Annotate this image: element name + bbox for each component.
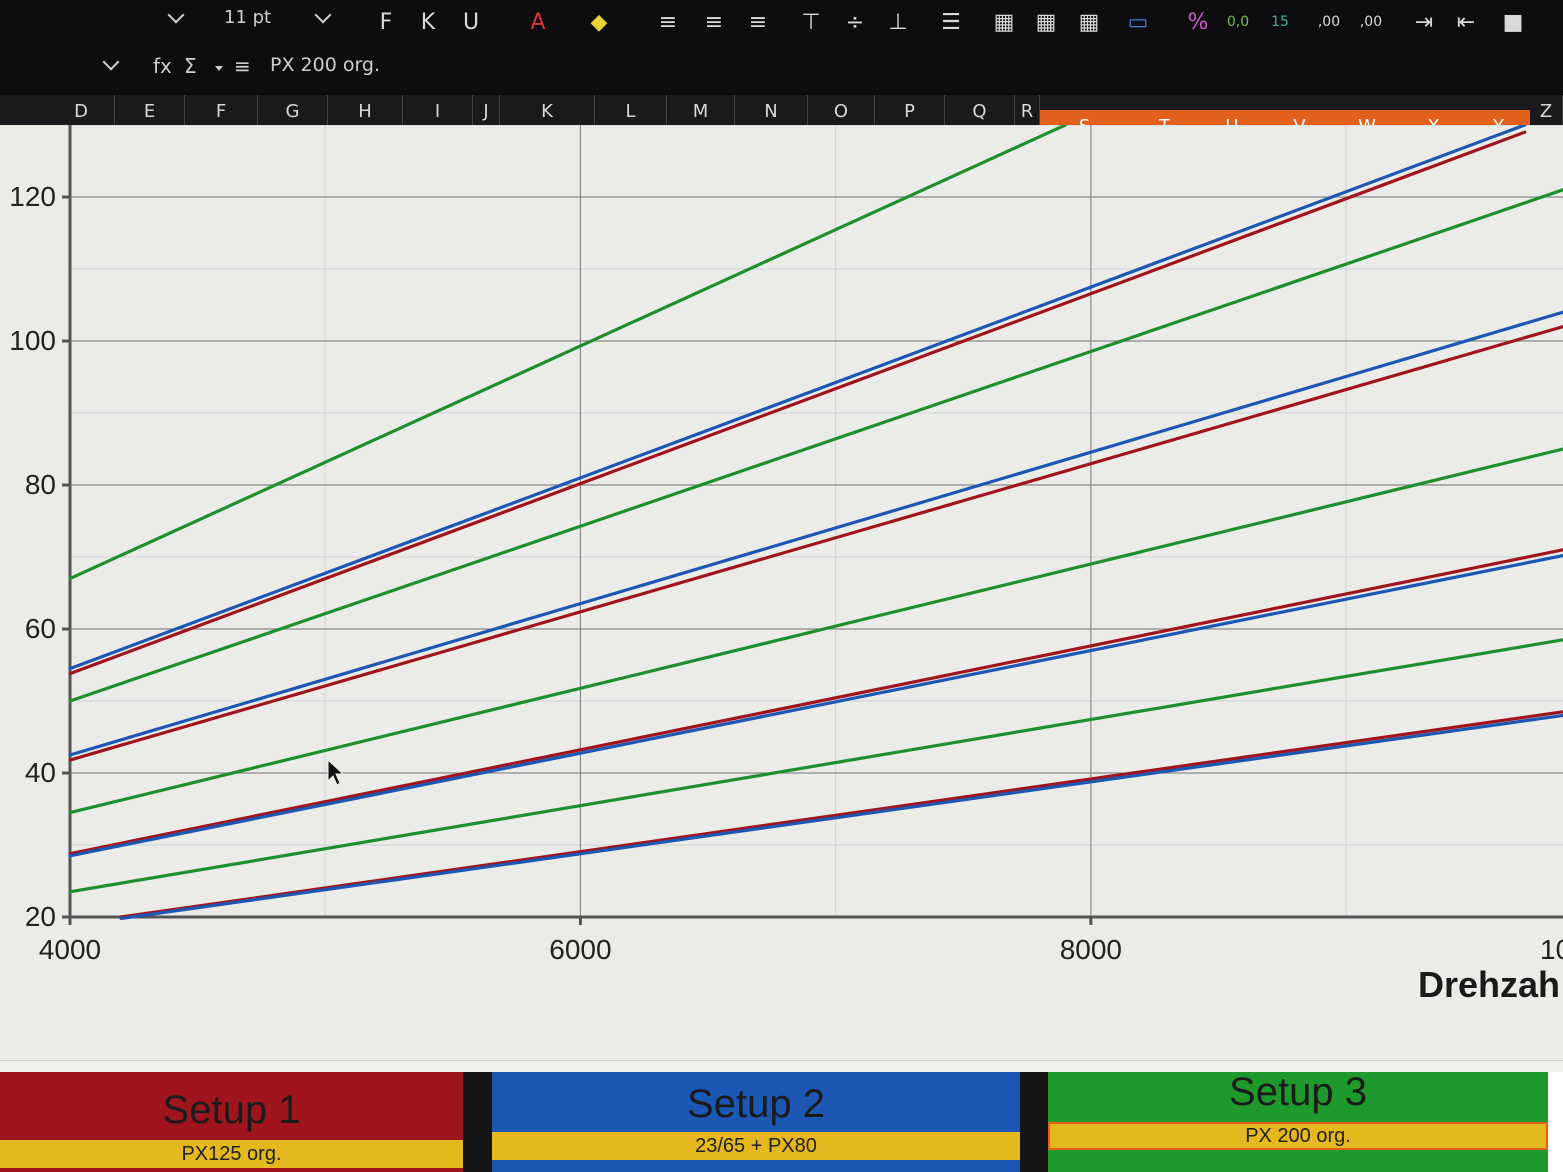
- bold-button[interactable]: F: [370, 6, 402, 38]
- number-format-button[interactable]: 0,0: [1222, 6, 1254, 38]
- align-top-button[interactable]: ⊤: [795, 6, 827, 38]
- setup-1-title: Setup 1: [162, 1087, 301, 1132]
- chart-canvas: 20 40 60 80 100 120 4000 6000 8000 10 Drehzah: [9, 125, 1563, 1005]
- column-header-p[interactable]: P: [875, 95, 945, 127]
- setup-2-block[interactable]: Setup 2 23/65 + PX80: [492, 1072, 1020, 1172]
- tick-labels: 20 40 60 80 100 120 4000 6000 8000 10: [9, 181, 1563, 965]
- italic-button[interactable]: K: [412, 6, 444, 38]
- line-chart[interactable]: 20 40 60 80 100 120 4000 6000 8000 10 Drehzah: [0, 125, 1563, 1060]
- column-header-r[interactable]: R: [1015, 95, 1040, 127]
- highlight-button[interactable]: ◆: [583, 6, 615, 38]
- increase-indent-button[interactable]: ⇥: [1408, 6, 1440, 38]
- background-color-button[interactable]: ■: [1497, 6, 1529, 38]
- unmerge-cells-button[interactable]: ▦: [1030, 6, 1062, 38]
- column-header-d[interactable]: D: [48, 95, 115, 127]
- column-header-o[interactable]: O: [808, 95, 875, 127]
- series-line-setup1: [68, 130, 1527, 676]
- series-line-setup3: [68, 447, 1563, 815]
- font-size-dropdown-chevron-icon[interactable]: [314, 6, 332, 24]
- toolbar-row-2: fx Σ ≡ PX 200 org.: [0, 46, 1563, 90]
- data-series: [68, 125, 1563, 921]
- column-header-k[interactable]: K: [500, 95, 595, 127]
- series-line-setup3: [68, 188, 1563, 703]
- y-tick-label: 120: [9, 181, 56, 212]
- align-center-button[interactable]: ≡: [698, 6, 730, 38]
- wrap-text-button[interactable]: ☰: [935, 6, 967, 38]
- setup-1-block[interactable]: Setup 1 PX125 org.: [0, 1072, 463, 1172]
- align-bottom-button[interactable]: ⊥: [882, 6, 914, 38]
- series-line-setup1: [119, 710, 1563, 919]
- series-line-setup1: [68, 548, 1563, 856]
- sum-dropdown-icon[interactable]: [215, 66, 223, 71]
- column-header-m[interactable]: M: [667, 95, 735, 127]
- setup-3-title: Setup 3: [1229, 1069, 1367, 1114]
- y-tick-label: 40: [25, 757, 56, 788]
- major-gridlines: [70, 125, 1563, 918]
- column-header-f[interactable]: F: [185, 95, 258, 127]
- currency-format-button[interactable]: ▭: [1122, 6, 1154, 38]
- setup-2-title: Setup 2: [687, 1081, 825, 1126]
- x-axis-label: Drehzah: [1418, 964, 1560, 1005]
- sheet-edge: [1548, 1072, 1563, 1172]
- merge-cells-button[interactable]: ▦: [988, 6, 1020, 38]
- column-header-g[interactable]: G: [258, 95, 328, 127]
- x-tick-label: 4000: [39, 934, 101, 965]
- series-line-setup2: [68, 553, 1563, 858]
- sum-icon[interactable]: Σ: [184, 54, 197, 78]
- column-header-e[interactable]: E: [115, 95, 185, 127]
- column-header-j[interactable]: J: [473, 95, 500, 127]
- decrease-indent-button[interactable]: ⇤: [1450, 6, 1482, 38]
- mouse-cursor-icon: [327, 758, 345, 786]
- align-right-button[interactable]: ≡: [742, 6, 774, 38]
- axes: [62, 125, 1563, 925]
- setup-2-subtitle: 23/65 + PX80: [492, 1132, 1020, 1160]
- formatting-toolbar: 11 pt F K U A ◆ ≡ ≡ ≡ ⊤ ÷ ⊥ ☰ ▦ ▦ ▦ ▭% 0,0 15 ,00 ,00 ⇥ ⇤ ■ fx…: [0, 0, 1563, 95]
- percent-format-button[interactable]: %: [1182, 6, 1214, 38]
- underline-button[interactable]: U: [455, 6, 487, 38]
- setup-legend: Setup 1 PX125 org. Setup 2 23/65 + PX80 …: [0, 1070, 1563, 1172]
- x-tick-label: 8000: [1060, 934, 1122, 965]
- column-header-l[interactable]: L: [595, 95, 667, 127]
- series-line-setup2: [68, 125, 1527, 671]
- setup-3-subtitle: PX 200 org.: [1048, 1122, 1548, 1150]
- font-name-dropdown-chevron-icon[interactable]: [167, 6, 185, 24]
- x-tick-label: 6000: [549, 934, 611, 965]
- column-header-n[interactable]: N: [735, 95, 808, 127]
- column-header-i[interactable]: I: [403, 95, 473, 127]
- formula-input[interactable]: PX 200 org.: [270, 54, 380, 76]
- setup-3-block[interactable]: Setup 3 PX 200 org.: [1048, 1070, 1548, 1172]
- remove-decimal-button[interactable]: ,00: [1355, 6, 1387, 38]
- y-tick-label: 20: [25, 901, 56, 932]
- font-size-field[interactable]: 11 pt: [200, 2, 310, 32]
- series-line-setup2: [68, 310, 1563, 757]
- date-format-button[interactable]: 15: [1264, 6, 1296, 38]
- cell-reference-dropdown-chevron-icon[interactable]: [102, 53, 120, 71]
- minor-gridlines: [70, 125, 1563, 917]
- y-tick-label: 60: [25, 613, 56, 644]
- add-decimal-button[interactable]: ,00: [1313, 6, 1345, 38]
- column-header-q[interactable]: Q: [945, 95, 1015, 127]
- x-tick-label: 10: [1540, 934, 1563, 965]
- borders-button[interactable]: ▦: [1073, 6, 1105, 38]
- toolbar-row-1: 11 pt F K U A ◆ ≡ ≡ ≡ ⊤ ÷ ⊥ ☰ ▦ ▦ ▦ ▭% 0,0 15 ,00 ,00 ⇥ ⇤ ■: [0, 0, 1563, 46]
- align-left-button[interactable]: ≡: [652, 6, 684, 38]
- setup-1-subtitle: PX125 org.: [0, 1140, 463, 1168]
- function-wizard-icon[interactable]: fx: [153, 54, 172, 78]
- align-middle-button[interactable]: ÷: [839, 6, 871, 38]
- y-tick-label: 80: [25, 469, 56, 500]
- y-tick-label: 100: [9, 325, 56, 356]
- series-line-setup1: [68, 325, 1563, 762]
- series-line-setup3: [68, 638, 1563, 894]
- column-header-z[interactable]: Z: [1530, 95, 1563, 127]
- font-color-button[interactable]: A: [522, 6, 554, 38]
- column-header-h[interactable]: H: [328, 95, 403, 127]
- formula-icon[interactable]: ≡: [234, 54, 251, 78]
